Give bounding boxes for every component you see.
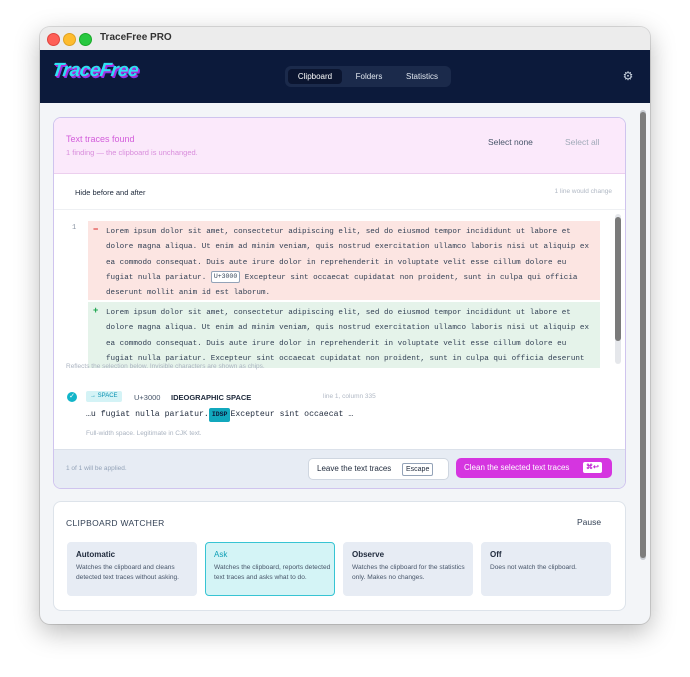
traces-header: Text traces found 1 finding — the clipbo… (54, 118, 625, 174)
plus-icon: + (93, 305, 99, 315)
traces-title: Text traces found (66, 134, 135, 144)
hide-before-after-toggle[interactable]: Hide before and after (75, 188, 145, 197)
watcher-title: CLIPBOARD WATCHER (66, 518, 165, 528)
mode-title: Off (490, 550, 502, 559)
clean-traces-button[interactable]: Clean the selected text traces ⌘↩ (456, 458, 612, 478)
diff-scrollbar[interactable] (615, 214, 621, 364)
check-circle-icon[interactable]: ✓ (67, 392, 77, 402)
clean-button-label: Clean the selected text traces (464, 463, 570, 472)
minimize-window-button[interactable] (63, 33, 76, 46)
code-point: U+3000 (134, 393, 161, 402)
finding-note: Full-width space. Legitimate in CJK text… (86, 430, 202, 437)
mode-automatic[interactable]: Automatic Watches the clipboard and clea… (67, 542, 197, 596)
finding-snippet: …u fugiat nulla pariatur. IDSP Excepteur s… (86, 407, 353, 423)
app-header: TraceFree Clipboard Folders Statistics (40, 50, 650, 103)
select-none-button[interactable]: Select none (488, 137, 533, 147)
mode-ask[interactable]: Ask Watches the clipboard, reports detec… (205, 542, 335, 596)
clipboard-watcher-card: CLIPBOARD WATCHER Pause Automatic Watche… (53, 501, 626, 611)
tab-statistics[interactable]: Statistics (395, 69, 449, 84)
mode-off[interactable]: Off Does not watch the clipboard. (481, 542, 611, 596)
close-window-button[interactable] (47, 33, 60, 46)
line-change-count: 1 line would change (554, 188, 612, 195)
mode-description: Watches the clipboard and cleans detecte… (76, 564, 179, 581)
applied-count: 1 of 1 will be applied. (66, 465, 127, 472)
title-bar: TraceFree PRO (40, 27, 650, 51)
pause-button[interactable]: Pause (577, 517, 601, 527)
diff-before-block: − Lorem ipsum dolor sit amet, consectetu… (88, 221, 600, 300)
diff-after-text: Lorem ipsum dolor sit amet, consectetur … (106, 309, 590, 363)
escape-shortcut: Escape (402, 463, 434, 476)
line-number: 1 (72, 224, 77, 232)
reflects-note: Reflects the selection below. Invisible … (66, 363, 265, 370)
mode-title: Ask (214, 550, 228, 559)
finding-location: line 1, column 335 (323, 393, 376, 400)
space-type-chip: → SPACE (86, 391, 122, 402)
select-all-button[interactable]: Select all (565, 137, 600, 147)
diff-before-text: Lorem ipsum dolor sit amet, consectetur … (106, 225, 596, 301)
window-scrollbar-thumb[interactable] (640, 112, 646, 558)
mode-observe[interactable]: Observe Watches the clipboard for the st… (343, 542, 473, 596)
window-scrollbar[interactable] (640, 110, 646, 560)
mode-title: Observe (352, 550, 385, 559)
zoom-window-button[interactable] (79, 33, 92, 46)
leave-traces-button[interactable]: Leave the text traces Escape (308, 458, 449, 480)
tab-folders[interactable]: Folders (345, 69, 393, 84)
command-return-shortcut: ⌘↩ (583, 462, 602, 473)
mode-description: Watches the clipboard, reports detected … (214, 564, 331, 581)
window-title: TraceFree PRO (100, 32, 172, 43)
text-traces-card: Text traces found 1 finding — the clipbo… (53, 117, 626, 489)
app-logo: TraceFree (50, 60, 140, 81)
idsp-chip: IDSP (208, 408, 231, 422)
character-name: IDEOGRAPHIC SPACE (171, 393, 252, 402)
mode-title: Automatic (76, 550, 116, 559)
invisible-char-chip: U+3000 (210, 270, 241, 283)
minus-icon: − (93, 224, 99, 234)
divider (54, 209, 625, 210)
mode-description: Does not watch the clipboard. (490, 564, 577, 571)
diff-scrollbar-thumb[interactable] (615, 217, 621, 341)
leave-button-label: Leave the text traces (317, 464, 392, 473)
snippet-before: …u fugiat nulla pariatur. (86, 410, 209, 419)
traces-subtitle: 1 finding — the clipboard is unchanged. (66, 148, 198, 157)
diff-after-block: + Lorem ipsum dolor sit amet, consectetu… (88, 302, 600, 368)
mode-description: Watches the clipboard for the statistics… (352, 564, 465, 581)
traces-footer: 1 of 1 will be applied. Leave the text t… (54, 449, 625, 488)
app-window: TraceFree PRO TraceFree Clipboard Folder… (40, 27, 650, 624)
snippet-after: Excepteur sint occaecat … (230, 410, 354, 419)
main-nav: Clipboard Folders Statistics (285, 66, 451, 87)
gear-icon[interactable]: ⚙ (622, 70, 634, 82)
tab-clipboard[interactable]: Clipboard (288, 69, 342, 84)
